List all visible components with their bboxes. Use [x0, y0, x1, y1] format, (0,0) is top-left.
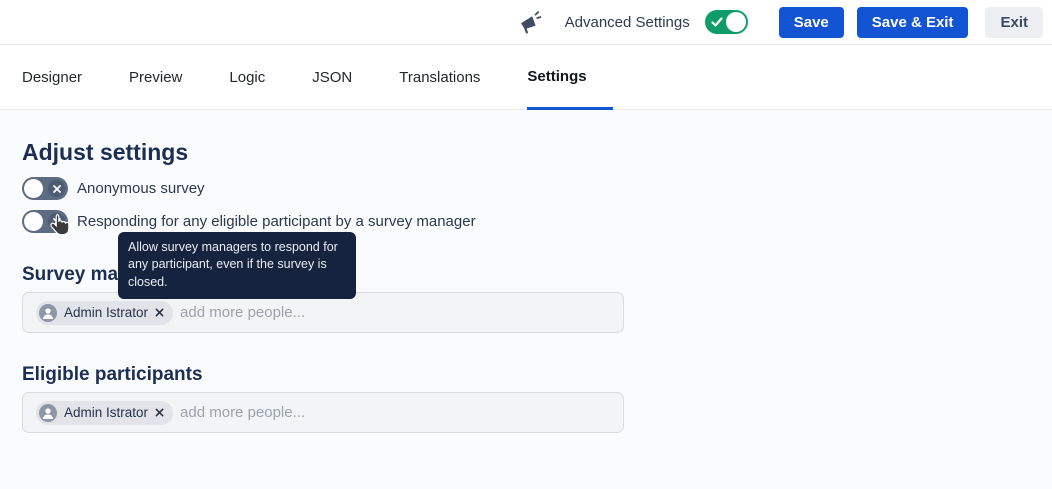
tab-preview[interactable]: Preview [129, 45, 182, 109]
toggle-knob [24, 179, 43, 198]
anonymous-survey-toggle[interactable] [22, 177, 68, 200]
person-name: Admin Istrator [64, 305, 148, 320]
page-title: Adjust settings [22, 139, 1052, 166]
remove-person-icon[interactable] [155, 408, 164, 417]
tab-bar: Designer Preview Logic JSON Translations… [0, 45, 1052, 110]
avatar-icon [39, 304, 57, 322]
x-icon [48, 213, 65, 230]
megaphone-icon[interactable] [518, 10, 542, 34]
person-chip[interactable]: Admin Istrator [36, 301, 173, 325]
tab-translations[interactable]: Translations [399, 45, 480, 109]
toggle-tooltip: Allow survey managers to respond for any… [118, 232, 356, 299]
save-and-exit-button[interactable]: Save & Exit [857, 7, 969, 38]
save-button[interactable]: Save [779, 7, 844, 38]
advanced-settings-label: Advanced Settings [565, 14, 690, 31]
toggle-knob [726, 12, 746, 32]
tab-json[interactable]: JSON [312, 45, 352, 109]
respond-any-participant-label: Responding for any eligible participant … [77, 213, 476, 230]
exit-button[interactable]: Exit [985, 7, 1043, 38]
anonymous-survey-label: Anonymous survey [77, 180, 205, 197]
survey-managers-input[interactable] [180, 293, 623, 332]
tab-designer[interactable]: Designer [22, 45, 82, 109]
avatar-icon [39, 404, 57, 422]
toggle-knob [24, 212, 43, 231]
respond-any-participant-toggle[interactable] [22, 210, 68, 233]
tab-logic[interactable]: Logic [229, 45, 265, 109]
x-icon [48, 180, 65, 197]
respond-any-participant-row: Responding for any eligible participant … [22, 210, 1052, 233]
eligible-participants-input-box[interactable]: Admin Istrator [22, 392, 624, 433]
eligible-participants-heading: Eligible participants [22, 364, 1052, 386]
remove-person-icon[interactable] [155, 308, 164, 317]
tab-settings[interactable]: Settings [527, 45, 612, 110]
eligible-participants-input[interactable] [180, 393, 623, 432]
person-name: Admin Istrator [64, 405, 148, 420]
advanced-settings-toggle[interactable] [705, 10, 748, 34]
person-chip[interactable]: Admin Istrator [36, 401, 173, 425]
top-header-bar: Advanced Settings Save Save & Exit Exit [0, 0, 1052, 45]
check-icon [711, 16, 723, 28]
anonymous-survey-row: Anonymous survey [22, 177, 1052, 200]
